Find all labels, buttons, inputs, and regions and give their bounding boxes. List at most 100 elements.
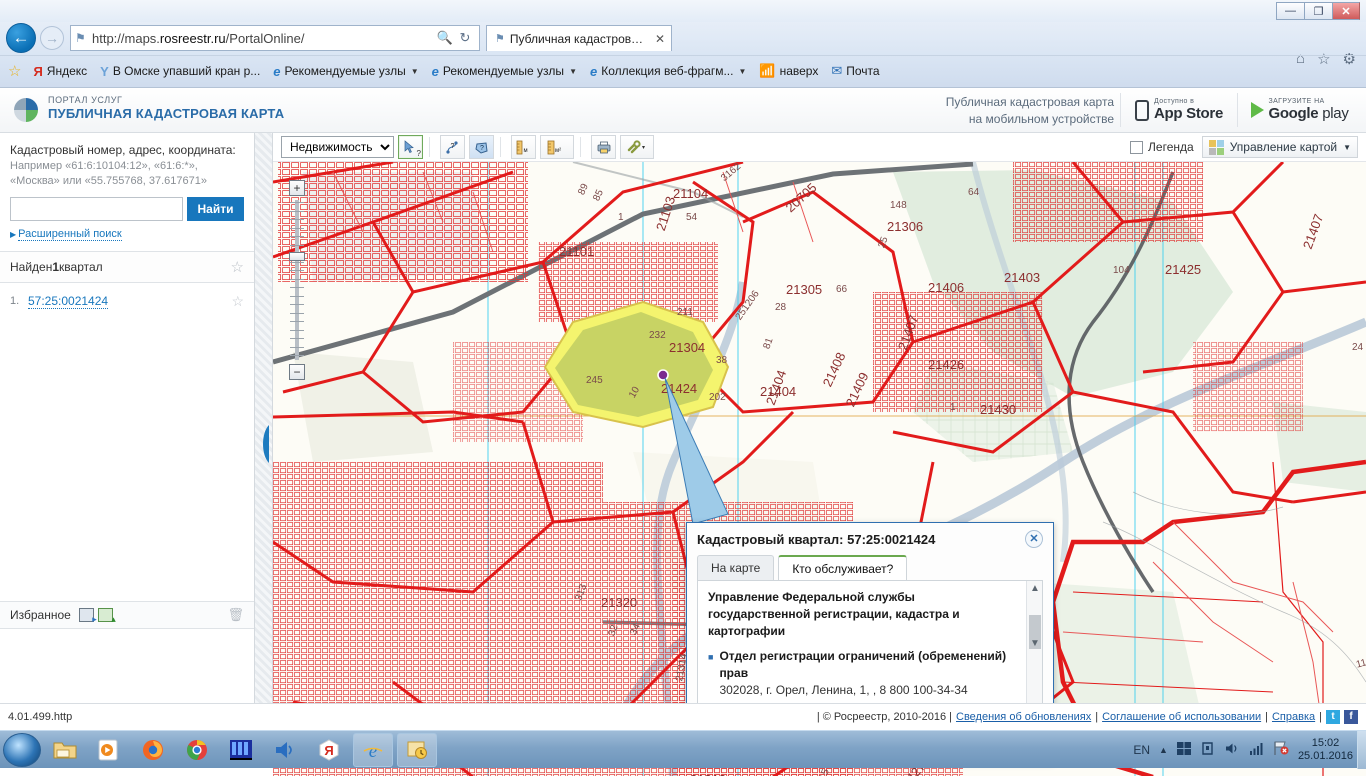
chrome-icon[interactable] <box>177 733 217 767</box>
list-item[interactable]: 1. 57:25:0021424 ☆ <box>10 293 244 310</box>
add-favorite-icon[interactable]: ☆ <box>8 62 21 80</box>
back-arrow-icon[interactable]: ← <box>6 23 36 53</box>
legend-checkbox[interactable]: Легенда <box>1130 140 1194 154</box>
refresh-icon[interactable]: ↻ <box>455 30 475 46</box>
google-play-main: Google play <box>1268 105 1349 122</box>
signal-icon[interactable] <box>1249 741 1264 759</box>
bookmark-suggested-sites-1[interactable]: e Рекомендуемые узлы ▼ <box>268 62 423 81</box>
zoom-tick <box>290 287 304 288</box>
trash-icon[interactable]: 🗑 <box>227 607 244 623</box>
updates-link[interactable]: Сведения об обновлениях <box>956 711 1091 723</box>
bookmark-web-slices[interactable]: e Коллекция веб-фрагм... ▼ <box>585 62 751 81</box>
info-cursor-tool[interactable]: ? <box>398 135 423 159</box>
help-link[interactable]: Справка <box>1272 711 1315 723</box>
address-bar[interactable]: ⚑ http://maps.rosreestr.ru/PortalOnline/… <box>70 25 480 51</box>
import-xls-icon[interactable] <box>78 608 97 625</box>
zoom-thumb[interactable] <box>289 252 305 261</box>
bookmark-label: Рекомендуемые узлы <box>442 64 565 78</box>
chevron-down-icon[interactable]: ▼ <box>569 67 577 76</box>
show-hidden-icon[interactable]: ▲ <box>1159 745 1168 755</box>
google-play-badge[interactable]: ЗАГРУЗИТЕ НА Google play <box>1240 93 1360 127</box>
result-cadastral-number[interactable]: 57:25:0021424 <box>28 294 109 309</box>
portal-brand[interactable]: ПОРТАЛ УСЛУГ ПУБЛИЧНАЯ КАДАСТРОВАЯ КАРТА <box>48 95 284 121</box>
restore-button[interactable]: ❐ <box>1304 2 1332 20</box>
bookmark-yandex[interactable]: Я Яндекс <box>28 62 92 81</box>
zoom-control[interactable]: + − <box>289 180 307 380</box>
map-viewport[interactable]: 21104 3162 85 89 54 20705 21103 1 148 21306 64 2110… <box>273 161 1366 776</box>
tray-language[interactable]: EN <box>1133 743 1150 757</box>
terms-link[interactable]: Соглашение об использовании <box>1102 711 1261 723</box>
page-footer: 4.01.499.http | © Росреестр, 2010-2016 |… <box>0 703 1366 730</box>
link-tool[interactable] <box>620 135 654 159</box>
measure-length-tool[interactable]: м <box>511 135 536 159</box>
facebook-icon[interactable]: f <box>1344 710 1358 724</box>
search-icon[interactable]: 🔍 <box>435 30 455 46</box>
measure-square-tool[interactable]: м² <box>540 135 574 159</box>
tab-who-serves[interactable]: Кто обслуживает? <box>778 555 908 580</box>
print-tool[interactable] <box>591 135 616 159</box>
chevron-down-icon[interactable]: ▼ <box>1343 143 1351 152</box>
checkbox-box[interactable] <box>1130 140 1144 154</box>
taskbar-clock[interactable]: 15:02 25.01.2016 <box>1298 737 1353 762</box>
outlook-icon[interactable] <box>397 732 437 767</box>
brand-line-2: ПУБЛИЧНАЯ КАДАСТРОВАЯ КАРТА <box>48 105 285 121</box>
measure-line-tool[interactable]: ? <box>440 135 465 159</box>
bookmark-suggested-sites-2[interactable]: e Рекомендуемые узлы ▼ <box>427 62 582 81</box>
separator: | <box>1319 711 1322 723</box>
bookmark-mail[interactable]: ✉ Почта <box>826 61 884 81</box>
windows-start-icon[interactable] <box>3 732 41 767</box>
volume-app-icon[interactable] <box>265 733 305 767</box>
svg-text:Я: Я <box>324 743 333 758</box>
zoom-tick <box>290 329 304 331</box>
tab-on-map[interactable]: На карте <box>697 555 775 580</box>
advanced-search-link[interactable]: ▶ Расширенный поиск <box>10 227 244 241</box>
svg-text:?: ? <box>480 145 484 152</box>
results-favorite-star-icon[interactable]: ☆ <box>231 258 244 276</box>
zoom-out-button[interactable]: − <box>289 364 305 380</box>
minimize-button[interactable]: — <box>1276 2 1304 20</box>
tab-close-icon[interactable]: ✕ <box>655 32 665 46</box>
close-button[interactable]: ✕ <box>1332 2 1360 20</box>
app-icon[interactable] <box>221 733 261 767</box>
chevron-down-icon[interactable]: ▼ <box>738 67 746 76</box>
close-icon[interactable]: ✕ <box>1025 530 1043 548</box>
bookmark-news[interactable]: Y В Омске упавший кран р... <box>95 62 265 81</box>
layer-select[interactable]: Недвижимость <box>281 136 394 158</box>
security-alert-icon[interactable] <box>1273 741 1289 759</box>
bookmark-naverh[interactable]: 📶 наверх <box>754 61 823 81</box>
firefox-icon[interactable] <box>133 733 173 767</box>
copyright-label: | © Росреестр, 2010-2016 | <box>816 711 953 723</box>
chevron-up-icon[interactable]: ▲ <box>1027 581 1042 597</box>
ie-feed-icon: e <box>431 63 439 79</box>
list-item: ■ Отдел регистрации ограничений (обремен… <box>708 648 1016 698</box>
department-name: Отдел регистрации ограничений (обременен… <box>719 649 1007 681</box>
yandex-browser-icon[interactable]: Я <box>309 733 349 767</box>
popup-title-bar: Кадастровый квартал: 57:25:0021424 ✕ <box>687 523 1053 555</box>
zoom-tick <box>290 236 304 237</box>
chevron-down-icon[interactable]: ▼ <box>1027 636 1042 652</box>
network-flag-icon[interactable] <box>1176 741 1192 759</box>
toolbar-separator <box>429 137 430 157</box>
search-input[interactable] <box>10 196 183 221</box>
chevron-down-icon[interactable]: ▼ <box>411 67 419 76</box>
map-manage-button[interactable]: Управление картой ▼ <box>1201 136 1358 158</box>
twitter-icon[interactable]: t <box>1326 710 1340 724</box>
search-submit-button[interactable]: Найти <box>187 196 244 221</box>
collapse-panel-handle[interactable] <box>258 423 270 465</box>
explorer-icon[interactable] <box>45 733 85 767</box>
measure-area-tool[interactable]: ? <box>469 135 494 159</box>
results-header: Найден 1 квартал ☆ <box>0 250 254 283</box>
zoom-in-button[interactable]: + <box>289 180 305 196</box>
action-center-icon[interactable] <box>1201 741 1216 759</box>
forward-arrow-icon[interactable]: → <box>40 26 64 50</box>
tab-public-cadastral-map[interactable]: ⚑ Публичная кадастровая к... ✕ <box>486 25 672 51</box>
volume-icon[interactable] <box>1225 741 1240 759</box>
app-store-badge[interactable]: Доступно в App Store <box>1120 93 1238 127</box>
media-player-icon[interactable] <box>89 733 129 767</box>
show-desktop-button[interactable] <box>1357 730 1366 769</box>
export-xls-icon[interactable] <box>97 608 116 625</box>
internet-explorer-icon[interactable]: e <box>353 732 393 767</box>
address-path: /PortalOnline/ <box>225 30 305 46</box>
zoom-track[interactable] <box>295 200 299 360</box>
result-favorite-star-icon[interactable]: ☆ <box>231 293 244 310</box>
